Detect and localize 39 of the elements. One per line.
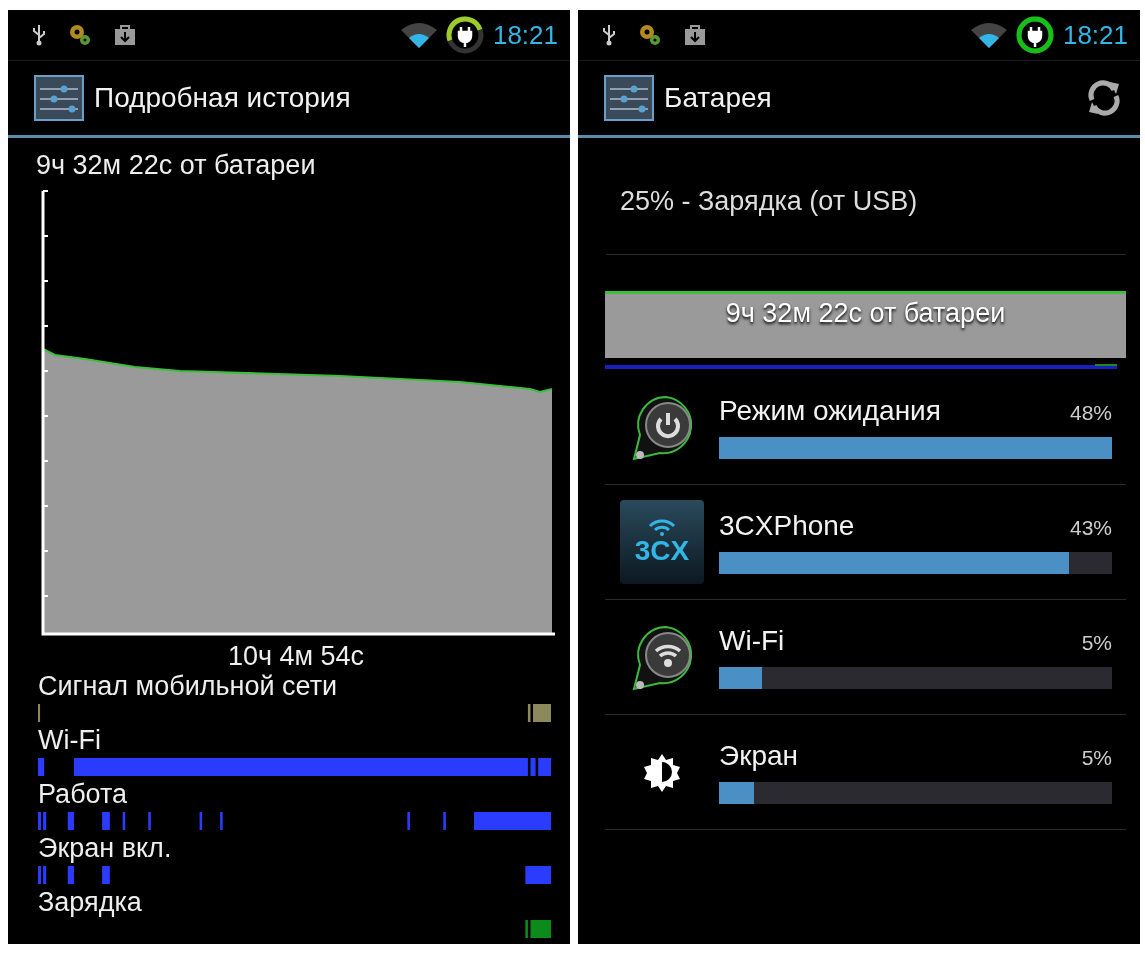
wifi-icon xyxy=(400,22,437,48)
usage-name: Wi-Fi xyxy=(719,625,785,657)
battery-duration: 9ч 32м 22с от батареи xyxy=(725,298,1006,329)
usage-row[interactable]: Wi-Fi 5% xyxy=(605,600,1126,715)
app-icon: 3CX xyxy=(620,500,704,584)
graph-duration: 10ч 4м 54с xyxy=(226,641,366,671)
track-label: Экран вкл. xyxy=(38,833,173,863)
usage-row[interactable]: Режим ожидания 48% xyxy=(605,370,1126,485)
clock-time: 18:21 xyxy=(1062,19,1128,51)
clock-time: 18:21 xyxy=(492,19,558,51)
settings-sliders-icon[interactable] xyxy=(604,75,654,121)
gears-icon xyxy=(638,23,662,47)
usage-row[interactable]: Экран 5% xyxy=(605,715,1126,830)
usage-name: Экран xyxy=(719,740,798,772)
charge-status[interactable]: 25% - Зарядка (от USB) xyxy=(606,138,1126,255)
battery-charging-icon xyxy=(1014,15,1055,55)
usage-percent: 48% xyxy=(1069,401,1112,425)
wifi-icon xyxy=(970,22,1007,48)
usb-icon xyxy=(32,23,46,47)
track-label: Зарядка xyxy=(38,887,143,917)
battery-duration: 9ч 32м 22с от батареи xyxy=(36,150,317,181)
track-label: Сигнал мобильной сети xyxy=(38,671,339,701)
usage-percent: 5% xyxy=(1081,746,1112,770)
track-label: Wi-Fi xyxy=(38,725,102,755)
track-label: Работа xyxy=(38,779,129,809)
brightness-icon xyxy=(642,752,682,792)
usage-row[interactable]: 3CX 3CXPhone 43% xyxy=(605,485,1126,600)
settings-sliders-icon[interactable] xyxy=(34,75,84,121)
usage-percent: 43% xyxy=(1069,516,1112,540)
screen-title: Батарея xyxy=(664,82,773,114)
usage-name: Режим ожидания xyxy=(719,395,941,427)
usage-percent: 5% xyxy=(1081,631,1112,655)
battery-charging-icon xyxy=(444,15,485,55)
gears-icon xyxy=(68,23,92,47)
download-bag-icon xyxy=(684,24,706,46)
usb-icon xyxy=(602,23,616,47)
usage-name: 3CXPhone xyxy=(719,510,855,542)
download-bag-icon xyxy=(114,24,136,46)
screen-title: Подробная история xyxy=(94,82,352,114)
